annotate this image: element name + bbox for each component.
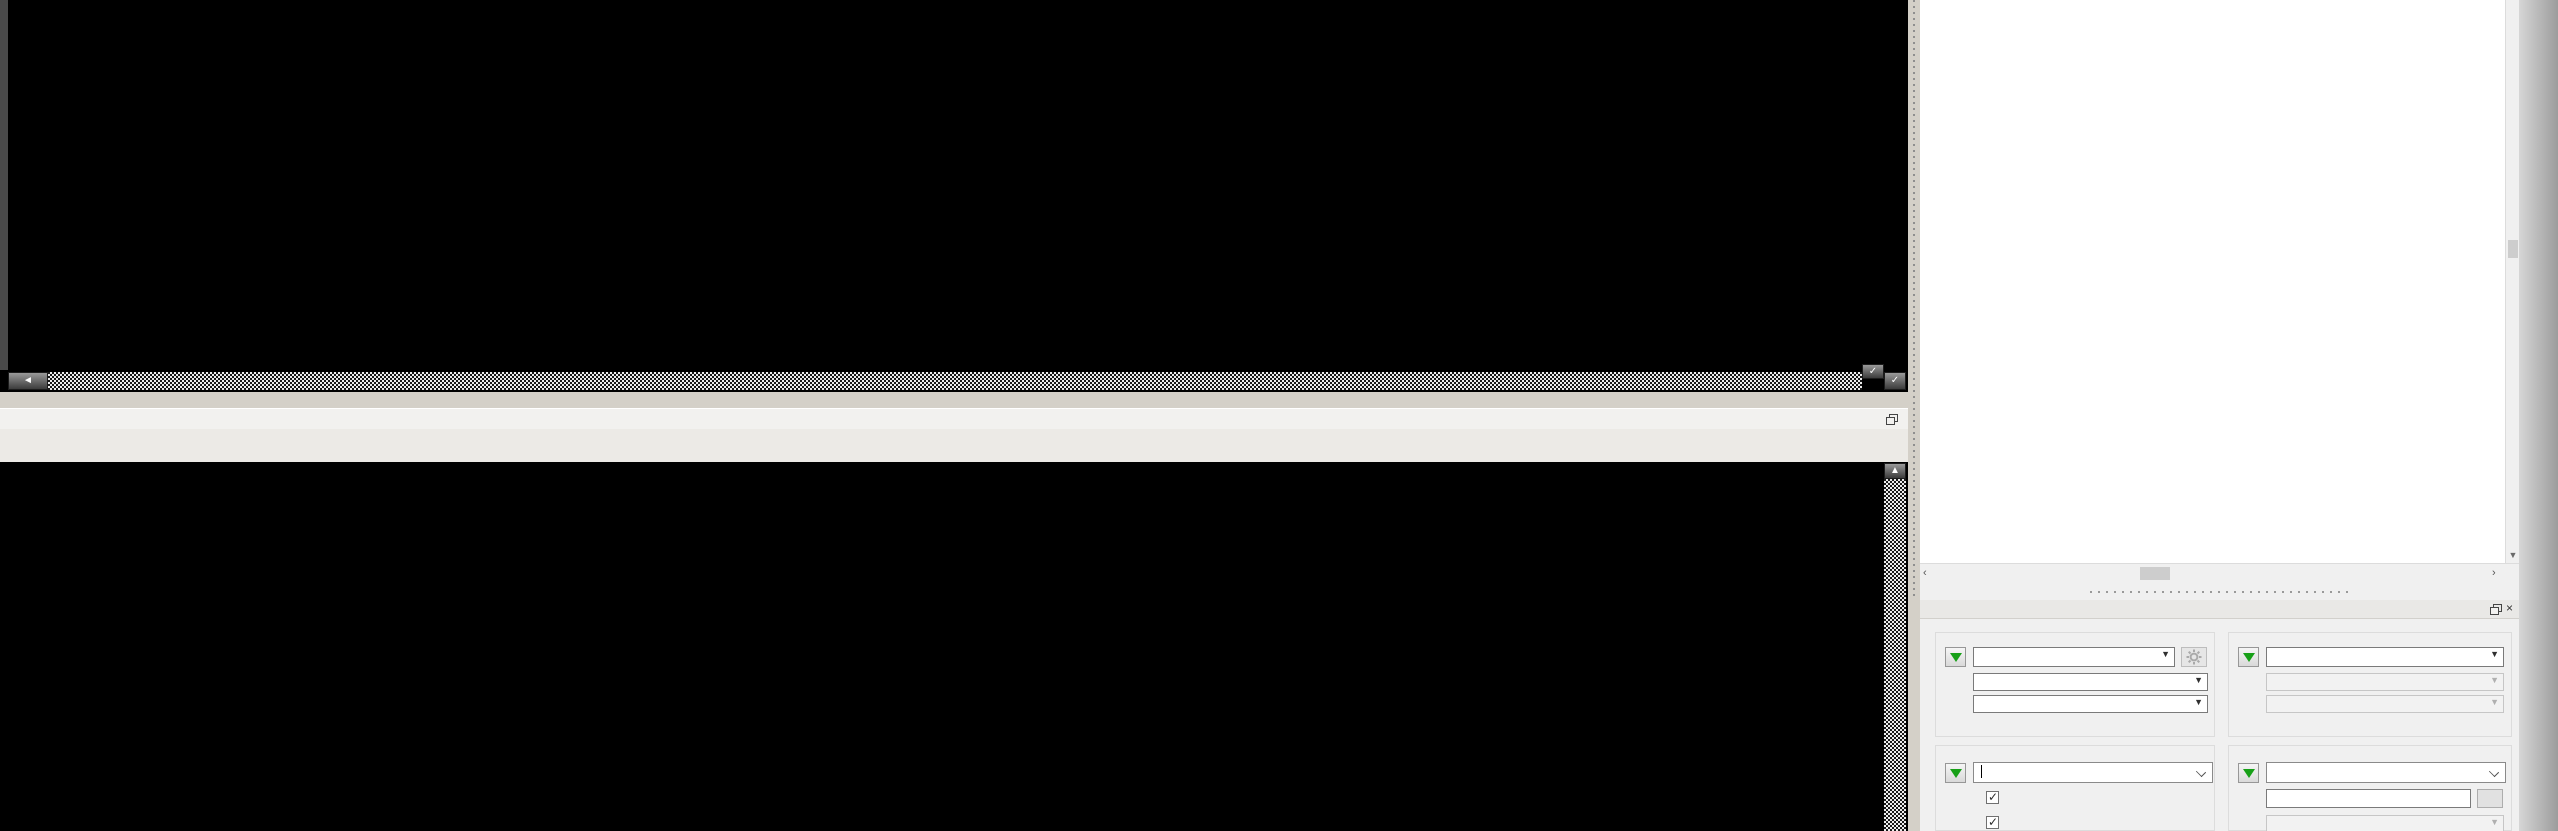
top-chart-axis-button-1[interactable]: ✓ [1862,364,1884,379]
panel-gap [0,392,1908,409]
recording-apply-button[interactable] [2238,763,2259,783]
channel-list-vertical-scrollbar[interactable]: ▼ [2505,0,2519,563]
channel-list-hscroll-thumb[interactable] [2140,567,2170,580]
device-control-panel: × ▼ ▼ ▼ ▼ ▼ [1920,600,2519,831]
recording-filename-input[interactable] [2266,789,2471,808]
recording-filetype-combo[interactable]: ▼ [2266,815,2504,831]
transfer-mode-combo[interactable]: ▼ [1973,673,2208,691]
application-window: ✓ ✓ ◄ ▲ ▼ ‹ › × [0,0,2558,831]
recording-groupbox: ▼ [2228,745,2512,831]
top-chart-left-edge [0,0,8,370]
main-vertical-toolbar [2519,0,2558,831]
channel-list-vscroll-thumb[interactable] [2508,240,2518,258]
chevron-down-icon [2196,767,2206,777]
top-waveform-canvas[interactable] [0,0,1908,366]
checkbox-checked-icon: ✓ [1986,791,1999,804]
recording-buffer-combo[interactable] [2266,762,2506,783]
trigger-mode-combo[interactable]: ▼ [2266,647,2504,667]
bottom-waveform-canvas[interactable] [0,462,1882,831]
top-chart-scroll-left-button[interactable]: ◄ [8,372,48,390]
draw-lines-checkbox[interactable]: ✓ [1986,815,2006,829]
mathematics-view-titlebar [0,408,1908,431]
top-waveform-view: ✓ ✓ ◄ [0,0,1908,392]
scroll-left-icon[interactable]: ‹ [1923,567,1927,579]
float-window-icon[interactable] [1886,414,1897,424]
dock-window-icon[interactable] [2490,604,2501,614]
display-apply-button[interactable] [1945,763,1966,783]
top-chart-axis-button-2[interactable]: ✓ [1884,372,1906,390]
bottom-waveform-view: ▲ [0,462,1908,831]
trigger-edge-combo[interactable]: ▼ [2266,673,2504,691]
keep-display-time-checkbox[interactable]: ✓ [1986,790,2006,804]
bottom-chart-channel-legend [1644,465,1868,481]
bottom-chart-scroll-up-button[interactable]: ▲ [1884,463,1906,479]
mathematics-view-toolbar [0,429,1908,462]
gear-icon [2186,649,2202,665]
browse-button[interactable] [2477,789,2503,808]
display-buffer-combo[interactable] [1973,762,2213,783]
channel-list-horizontal-scrollbar[interactable]: ‹ › [1920,563,2519,583]
bottom-chart-vertical-scrollbar[interactable] [1884,479,1906,831]
trigger-channel-combo[interactable]: ▼ [2266,695,2504,713]
transfer-apply-button[interactable] [1945,647,1966,667]
trigger-groupbox: ▼ ▼ ▼ [2228,632,2512,737]
transfer-groupbox: ▼ ▼ ▼ [1935,632,2215,737]
top-chart-horizontal-scrollbar[interactable] [48,372,1862,390]
checkbox-checked-icon: ✓ [1986,816,1999,829]
panel-splitter-horizontal[interactable] [1920,583,2519,600]
trigger-apply-button[interactable] [2238,647,2259,667]
transfer-settings-gear-button[interactable] [2181,647,2207,667]
device-control-titlebar: × [1920,600,2519,619]
chevron-down-icon [2489,767,2499,777]
transfer-filter-combo[interactable]: ▼ [1973,695,2208,713]
display-groupbox: ✓ ✓ [1935,745,2215,831]
scroll-right-icon[interactable]: › [2492,567,2496,579]
text-caret [1981,765,1982,778]
panel-splitter-vertical[interactable] [1908,0,1920,831]
close-icon[interactable]: × [2506,601,2513,615]
channel-list [1920,0,2505,563]
transfer-rate-combo[interactable]: ▼ [1973,647,2175,667]
channel-list-scroll-down-icon[interactable]: ▼ [2506,548,2520,563]
